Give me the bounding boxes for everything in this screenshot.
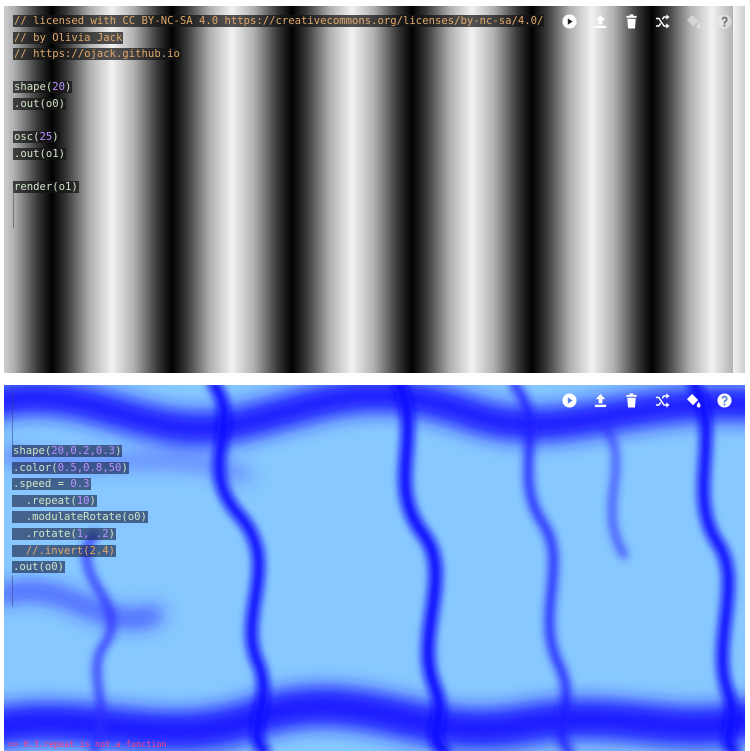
code-line[interactable]: .rotate(1, .2) <box>12 526 545 543</box>
code-token: .out(o1) <box>14 147 66 160</box>
code-line[interactable]: // licensed with CC BY-NC-SA 4.0 https:/… <box>13 13 545 30</box>
code-line-text: .out(o1) <box>13 147 67 160</box>
code-line-text: .modulateRotate(o0) <box>12 511 148 524</box>
code-token: 0.3 <box>70 478 90 491</box>
run-button[interactable] <box>559 390 580 411</box>
code-token: .modulateRotate(o0) <box>13 511 147 524</box>
code-token: ) <box>65 81 72 94</box>
code-token: ) <box>89 494 96 507</box>
code-token: 1, .2 <box>76 527 109 540</box>
editor-gutter-line-lower <box>12 575 13 607</box>
code-token: 20 <box>52 81 66 94</box>
code-line-text: // https://ojack.github.io <box>13 48 181 61</box>
code-token: 0.5,0.8,50 <box>57 461 122 474</box>
code-line-text: //.invert(2.4) <box>12 544 117 557</box>
code-token: // https://ojack.github.io <box>14 48 180 61</box>
trash-icon <box>626 392 637 408</box>
code-token: osc( <box>14 131 40 144</box>
code-line[interactable]: //.invert(2.4) <box>12 543 545 560</box>
code-line-text: render(o1) <box>13 180 79 193</box>
help-button[interactable] <box>714 390 735 411</box>
code-token: shape( <box>14 81 53 94</box>
code-token: ) <box>121 461 128 474</box>
paint-bucket-icon <box>686 393 701 408</box>
toolbar-top <box>559 10 735 32</box>
code-token: .speed = <box>13 478 71 491</box>
code-token: render(o1) <box>14 180 78 193</box>
randomize-colors-button[interactable] <box>683 390 704 411</box>
help-button[interactable] <box>714 11 735 32</box>
code-line[interactable]: osc(25) <box>13 129 545 146</box>
code-line-text: shape(20) <box>13 81 73 94</box>
shuffle-button[interactable] <box>652 11 673 32</box>
code-token: 20,0.2,0.3 <box>51 445 116 457</box>
code-token: ) <box>108 527 116 540</box>
code-token: // by Olivia Jack <box>14 31 123 44</box>
code-token: shape( <box>13 445 52 457</box>
code-line[interactable]: .speed = 0.3 <box>12 476 545 493</box>
editor-gutter-line-upper <box>12 385 13 445</box>
code-line[interactable]: render(o1) <box>13 179 545 196</box>
trash-icon <box>626 13 637 29</box>
corner-mark: ° <box>6 364 10 371</box>
code-token: // licensed with CC BY-NC-SA 4.0 https:/… <box>14 15 544 27</box>
shuffle-button[interactable] <box>652 390 673 411</box>
upload-icon <box>594 393 607 407</box>
code-editor-bottom[interactable]: shape(20,0.2,0.3) .color(0.5,0.8,50) .spee… <box>12 443 545 576</box>
help-icon <box>717 392 732 408</box>
code-token: ) <box>115 445 122 457</box>
code-line[interactable]: .out(o1) <box>13 146 545 163</box>
code-token: ) <box>52 131 59 144</box>
code-line[interactable]: shape(20) <box>13 79 545 96</box>
upload-button[interactable] <box>590 11 611 32</box>
toolbar-bottom <box>559 389 735 411</box>
code-line[interactable]: shape(20,0.2,0.3) <box>12 443 545 460</box>
code-token: .rotate( <box>13 527 77 540</box>
error-message: >> 0.3.repeat is not a function <box>8 740 167 750</box>
code-line[interactable] <box>13 63 545 80</box>
top-hydra-panel: // licensed with CC BY-NC-SA 4.0 https:/… <box>4 6 745 373</box>
code-line-text: .out(o0) <box>13 97 67 110</box>
bottom-hydra-panel: shape(20,0.2,0.3) .color(0.5,0.8,50) .spee… <box>4 385 745 751</box>
help-icon <box>717 13 732 29</box>
code-line[interactable] <box>13 162 545 179</box>
code-token: //.invert(2.4) <box>13 544 116 557</box>
code-token: .repeat( <box>13 494 77 507</box>
code-line[interactable]: .repeat(10) <box>12 493 545 510</box>
code-token: 25 <box>39 131 53 144</box>
run-button[interactable] <box>559 11 580 32</box>
paint-bucket-icon <box>686 14 701 29</box>
shuffle-icon <box>655 392 670 408</box>
code-line-text: .repeat(10) <box>12 494 97 507</box>
editor-gutter-line <box>13 188 14 228</box>
code-line-text: .out(o0) <box>12 561 66 574</box>
code-token: .out(o0) <box>14 97 66 110</box>
code-token: .color( <box>13 461 58 474</box>
shuffle-icon <box>655 13 670 29</box>
code-token: 10 <box>76 494 90 507</box>
code-line-text: .rotate(1, .2) <box>12 527 117 540</box>
code-line[interactable]: // https://ojack.github.io <box>13 46 545 63</box>
upload-icon <box>594 14 607 28</box>
code-line[interactable]: .out(o0) <box>13 96 545 113</box>
clear-button[interactable] <box>621 11 642 32</box>
code-line-text: osc(25) <box>13 131 60 144</box>
code-line[interactable]: .color(0.5,0.8,50) <box>12 460 545 477</box>
play-icon <box>562 13 577 29</box>
code-line[interactable]: .modulateRotate(o0) <box>12 509 545 526</box>
code-line[interactable]: // by Olivia Jack <box>13 30 545 47</box>
code-line-text: .color(0.5,0.8,50) <box>12 461 129 474</box>
code-line-text: .speed = 0.3 <box>12 478 91 491</box>
code-line[interactable]: .out(o0) <box>12 559 545 576</box>
randomize-colors-button[interactable] <box>683 11 704 32</box>
code-line-text: // by Olivia Jack <box>13 31 124 44</box>
code-line-text: // licensed with CC BY-NC-SA 4.0 https:/… <box>13 15 545 27</box>
code-editor-top[interactable]: // licensed with CC BY-NC-SA 4.0 https:/… <box>13 13 545 196</box>
code-line[interactable] <box>13 113 545 130</box>
play-icon <box>562 392 577 408</box>
clear-button[interactable] <box>621 390 642 411</box>
code-line-text: shape(20,0.2,0.3) <box>12 445 123 457</box>
code-token: .out(o0) <box>13 561 65 574</box>
upload-button[interactable] <box>590 390 611 411</box>
